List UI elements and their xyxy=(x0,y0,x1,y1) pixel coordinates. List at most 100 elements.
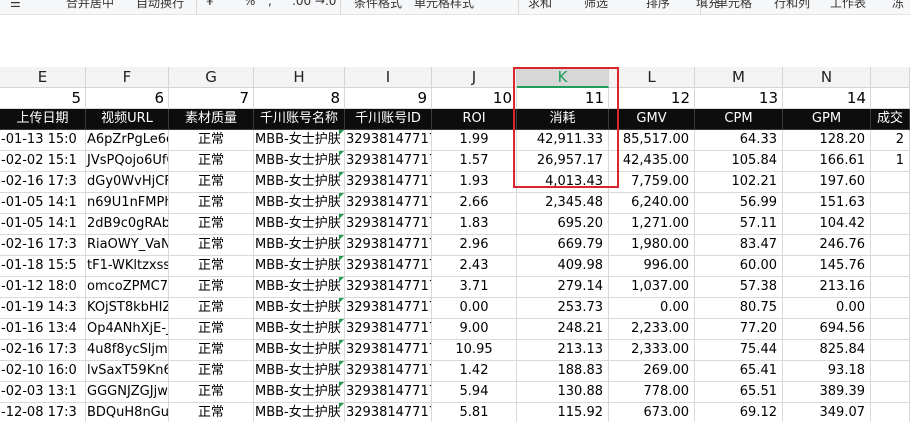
header-gpm[interactable]: GPM xyxy=(783,109,871,130)
column-header-F[interactable]: F xyxy=(86,67,169,88)
cell-deals[interactable] xyxy=(871,172,910,193)
cell-material-quality[interactable]: 正常 xyxy=(169,298,254,319)
cell-upload-date[interactable]: -01-13 15:0 xyxy=(0,130,86,151)
cell-roi[interactable]: 5.81 xyxy=(432,403,517,422)
number-cell[interactable]: 12 xyxy=(609,88,695,109)
cell-account-id[interactable]: 32938147717 xyxy=(345,382,432,403)
cell-account-id[interactable]: 32938147717 xyxy=(345,361,432,382)
cell-deals[interactable] xyxy=(871,298,910,319)
cell-gpm[interactable]: 128.20 xyxy=(783,130,871,151)
cell-gpm[interactable]: 93.18 xyxy=(783,361,871,382)
cell-gmv[interactable]: 0.00 xyxy=(609,298,695,319)
cell-roi[interactable]: 1.83 xyxy=(432,214,517,235)
cell-video-url[interactable]: n69U1nFMPh xyxy=(86,193,169,214)
cell-account-id[interactable]: 32938147717 xyxy=(345,151,432,172)
cell-gpm[interactable]: 145.76 xyxy=(783,256,871,277)
cell-deals[interactable]: 2 xyxy=(871,130,910,151)
cell-material-quality[interactable]: 正常 xyxy=(169,214,254,235)
cell-material-quality[interactable]: 正常 xyxy=(169,235,254,256)
column-header-H[interactable]: H xyxy=(254,67,345,88)
cell-gmv[interactable]: 42,435.00 xyxy=(609,151,695,172)
cell-gmv[interactable]: 673.00 xyxy=(609,403,695,422)
cell-gpm[interactable]: 349.07 xyxy=(783,403,871,422)
cell-cpm[interactable]: 69.12 xyxy=(695,403,783,422)
toolbar-button-13[interactable]: 行和列 xyxy=(774,0,810,11)
cell-upload-date[interactable]: -01-05 14:1 xyxy=(0,214,86,235)
column-header-E[interactable]: E xyxy=(0,67,86,88)
cell-gmv[interactable]: 85,517.00 xyxy=(609,130,695,151)
cell-consumption[interactable]: 130.88 xyxy=(517,382,609,403)
header-deals[interactable]: 成交 xyxy=(871,109,910,130)
cell-video-url[interactable]: JVsPQojo6UfC xyxy=(86,151,169,172)
cell-consumption[interactable]: 26,957.17 xyxy=(517,151,609,172)
cell-deals[interactable] xyxy=(871,235,910,256)
cell-gpm[interactable]: 694.56 xyxy=(783,319,871,340)
cell-material-quality[interactable]: 正常 xyxy=(169,361,254,382)
cell-gpm[interactable]: 825.84 xyxy=(783,340,871,361)
cell-video-url[interactable]: GGGNJZGJjwC xyxy=(86,382,169,403)
cell-gpm[interactable]: 213.16 xyxy=(783,277,871,298)
cell-deals[interactable]: 1 xyxy=(871,151,910,172)
cell-video-url[interactable]: KOjST8kbHIZv xyxy=(86,298,169,319)
cell-gpm[interactable]: 151.63 xyxy=(783,193,871,214)
cell-roi[interactable]: 2.96 xyxy=(432,235,517,256)
cell-roi[interactable]: 2.66 xyxy=(432,193,517,214)
cell-roi[interactable]: 9.00 xyxy=(432,319,517,340)
cell-roi[interactable]: 1.42 xyxy=(432,361,517,382)
cell-gpm[interactable]: 197.60 xyxy=(783,172,871,193)
cell-gpm[interactable]: 246.76 xyxy=(783,235,871,256)
cell-roi[interactable]: 1.93 xyxy=(432,172,517,193)
cell-consumption[interactable]: 248.21 xyxy=(517,319,609,340)
toolbar-button-1[interactable]: 自动换行 xyxy=(136,0,184,11)
toolbar-button-15[interactable]: 冻 xyxy=(892,0,904,11)
cell-roi[interactable]: 10.95 xyxy=(432,340,517,361)
cell-cpm[interactable]: 57.38 xyxy=(695,277,783,298)
cell-account-id[interactable]: 32938147717 xyxy=(345,172,432,193)
header-upload-date[interactable]: 上传日期 xyxy=(0,109,86,130)
cell-consumption[interactable]: 253.73 xyxy=(517,298,609,319)
cell-material-quality[interactable]: 正常 xyxy=(169,130,254,151)
cell-gmv[interactable]: 6,240.00 xyxy=(609,193,695,214)
number-cell[interactable] xyxy=(871,88,910,109)
cell-deals[interactable] xyxy=(871,256,910,277)
column-header-J[interactable]: J xyxy=(432,67,517,88)
toolbar-button-12[interactable]: 单元格 xyxy=(716,0,752,11)
cell-gpm[interactable]: 389.39 xyxy=(783,382,871,403)
cell-consumption[interactable]: 409.98 xyxy=(517,256,609,277)
column-header-K[interactable]: K xyxy=(517,67,609,88)
cell-account-name[interactable]: MBB-女士护肤 xyxy=(254,361,345,382)
number-cell[interactable]: 6 xyxy=(86,88,169,109)
cell-account-name[interactable]: MBB-女士护肤 xyxy=(254,277,345,298)
number-cell[interactable]: 14 xyxy=(783,88,871,109)
cell-cpm[interactable]: 56.99 xyxy=(695,193,783,214)
cell-cpm[interactable]: 65.51 xyxy=(695,382,783,403)
cell-roi[interactable]: 1.99 xyxy=(432,130,517,151)
cell-consumption[interactable]: 669.79 xyxy=(517,235,609,256)
number-cell[interactable]: 7 xyxy=(169,88,254,109)
cell-roi[interactable]: 5.94 xyxy=(432,382,517,403)
cell-account-name[interactable]: MBB-女士护肤 xyxy=(254,340,345,361)
cell-account-name[interactable]: MBB-女士护肤 xyxy=(254,214,345,235)
cell-cpm[interactable]: 80.75 xyxy=(695,298,783,319)
cell-account-id[interactable]: 32938147717 xyxy=(345,319,432,340)
header-video-url[interactable]: 视频URL xyxy=(86,109,169,130)
cell-consumption[interactable]: 2,345.48 xyxy=(517,193,609,214)
toolbar-button-3[interactable]: % xyxy=(244,0,255,8)
cell-material-quality[interactable]: 正常 xyxy=(169,340,254,361)
cell-account-name[interactable]: MBB-女士护肤 xyxy=(254,382,345,403)
cell-upload-date[interactable]: -01-16 13:4 xyxy=(0,319,86,340)
cell-consumption[interactable]: 4,013.43 xyxy=(517,172,609,193)
toolbar-button-8[interactable]: 求和 xyxy=(528,0,552,11)
cell-upload-date[interactable]: -02-10 16:0 xyxy=(0,361,86,382)
cell-material-quality[interactable]: 正常 xyxy=(169,256,254,277)
cell-roi[interactable]: 3.71 xyxy=(432,277,517,298)
cell-account-id[interactable]: 32938147717 xyxy=(345,193,432,214)
cell-material-quality[interactable]: 正常 xyxy=(169,403,254,422)
cell-gmv[interactable]: 1,271.00 xyxy=(609,214,695,235)
cell-cpm[interactable]: 64.33 xyxy=(695,130,783,151)
cell-gmv[interactable]: 7,759.00 xyxy=(609,172,695,193)
toolbar-button-7[interactable]: 单元格样式 xyxy=(414,0,474,11)
number-cell[interactable]: 5 xyxy=(0,88,86,109)
column-header-M[interactable]: M xyxy=(695,67,783,88)
toolbar-button-14[interactable]: 工作表 xyxy=(830,0,866,11)
